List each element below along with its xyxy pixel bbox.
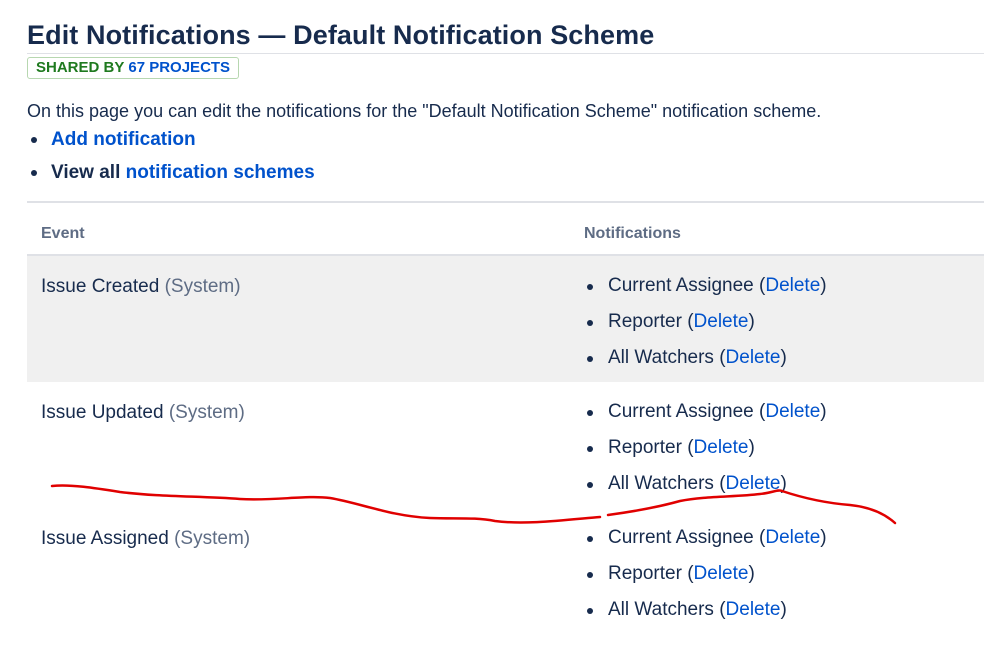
bullet-icon [587,284,593,290]
shared-by-label: SHARED BY [36,59,125,76]
bullet-icon [587,572,593,578]
table-row: Issue Assigned (System) Current Assignee… [27,508,984,634]
event-name: Issue Updated [41,402,164,423]
event-cell: Issue Created (System) [41,276,241,298]
notification-list: Current Assignee (Delete) Reporter (Dele… [582,274,827,382]
action-list: Add notification View all notification s… [27,127,315,193]
notification-schemes-link[interactable]: notification schemes [126,162,315,183]
delete-link[interactable]: Delete [765,527,820,548]
page-title: Edit Notifications — Default Notificatio… [27,20,655,50]
recipient-name: All Watchers [608,347,714,368]
notification-item: All Watchers (Delete) [582,346,827,382]
bullet-icon [587,446,593,452]
delete-link[interactable]: Delete [694,311,749,332]
table-row: Issue Updated (System) Current Assignee … [27,382,984,508]
view-all-label: View all [51,162,121,183]
table-row: Issue Created (System) Current Assignee … [27,256,984,382]
recipient-name: Current Assignee [608,275,754,296]
notification-list: Current Assignee (Delete) Reporter (Dele… [582,526,827,634]
delete-link[interactable]: Delete [726,599,781,620]
delete-link[interactable]: Delete [765,401,820,422]
bullet-icon [587,536,593,542]
intro-text: On this page you can edit the notificati… [27,101,822,121]
delete-link[interactable]: Delete [726,347,781,368]
bullet-icon [587,410,593,416]
notification-item: Reporter (Delete) [582,436,827,472]
recipient-name: All Watchers [608,473,714,494]
column-header-notifications: Notifications [584,225,681,242]
notification-item: Reporter (Delete) [582,562,827,598]
event-cell: Issue Assigned (System) [41,528,250,550]
event-name: Issue Assigned [41,528,169,549]
bullet-icon [587,320,593,326]
notification-item: All Watchers (Delete) [582,472,827,508]
notification-item: Current Assignee (Delete) [582,400,827,436]
action-item-add: Add notification [27,127,315,160]
bullet-icon [587,608,593,614]
column-header-event: Event [41,225,85,242]
recipient-name: Reporter [608,437,682,458]
bullet-icon [587,356,593,362]
system-tag: (System) [174,528,251,549]
title-divider [27,53,984,54]
event-name: Issue Created [41,276,160,297]
notification-item: Current Assignee (Delete) [582,526,827,562]
delete-link[interactable]: Delete [765,275,820,296]
system-tag: (System) [168,402,245,423]
delete-link[interactable]: Delete [694,563,749,584]
recipient-name: Reporter [608,563,682,584]
system-tag: (System) [164,276,241,297]
notification-item: Reporter (Delete) [582,310,827,346]
shared-by-badge: SHARED BY 67 PROJECTS [27,57,240,79]
add-notification-link[interactable]: Add notification [51,129,196,150]
recipient-name: Reporter [608,311,682,332]
bullet-icon [587,482,593,488]
delete-link[interactable]: Delete [726,473,781,494]
event-cell: Issue Updated (System) [41,402,245,424]
action-item-view-all: View all notification schemes [27,160,315,193]
recipient-name: Current Assignee [608,527,754,548]
bullet-icon [31,170,37,176]
table-top-divider [27,201,984,203]
notification-list: Current Assignee (Delete) Reporter (Dele… [582,400,827,508]
projects-count-link[interactable]: 67 PROJECTS [128,58,230,78]
recipient-name: All Watchers [608,599,714,620]
delete-link[interactable]: Delete [694,437,749,458]
recipient-name: Current Assignee [608,401,754,422]
notification-item: Current Assignee (Delete) [582,274,827,310]
bullet-icon [31,137,37,143]
notification-item: All Watchers (Delete) [582,598,827,634]
